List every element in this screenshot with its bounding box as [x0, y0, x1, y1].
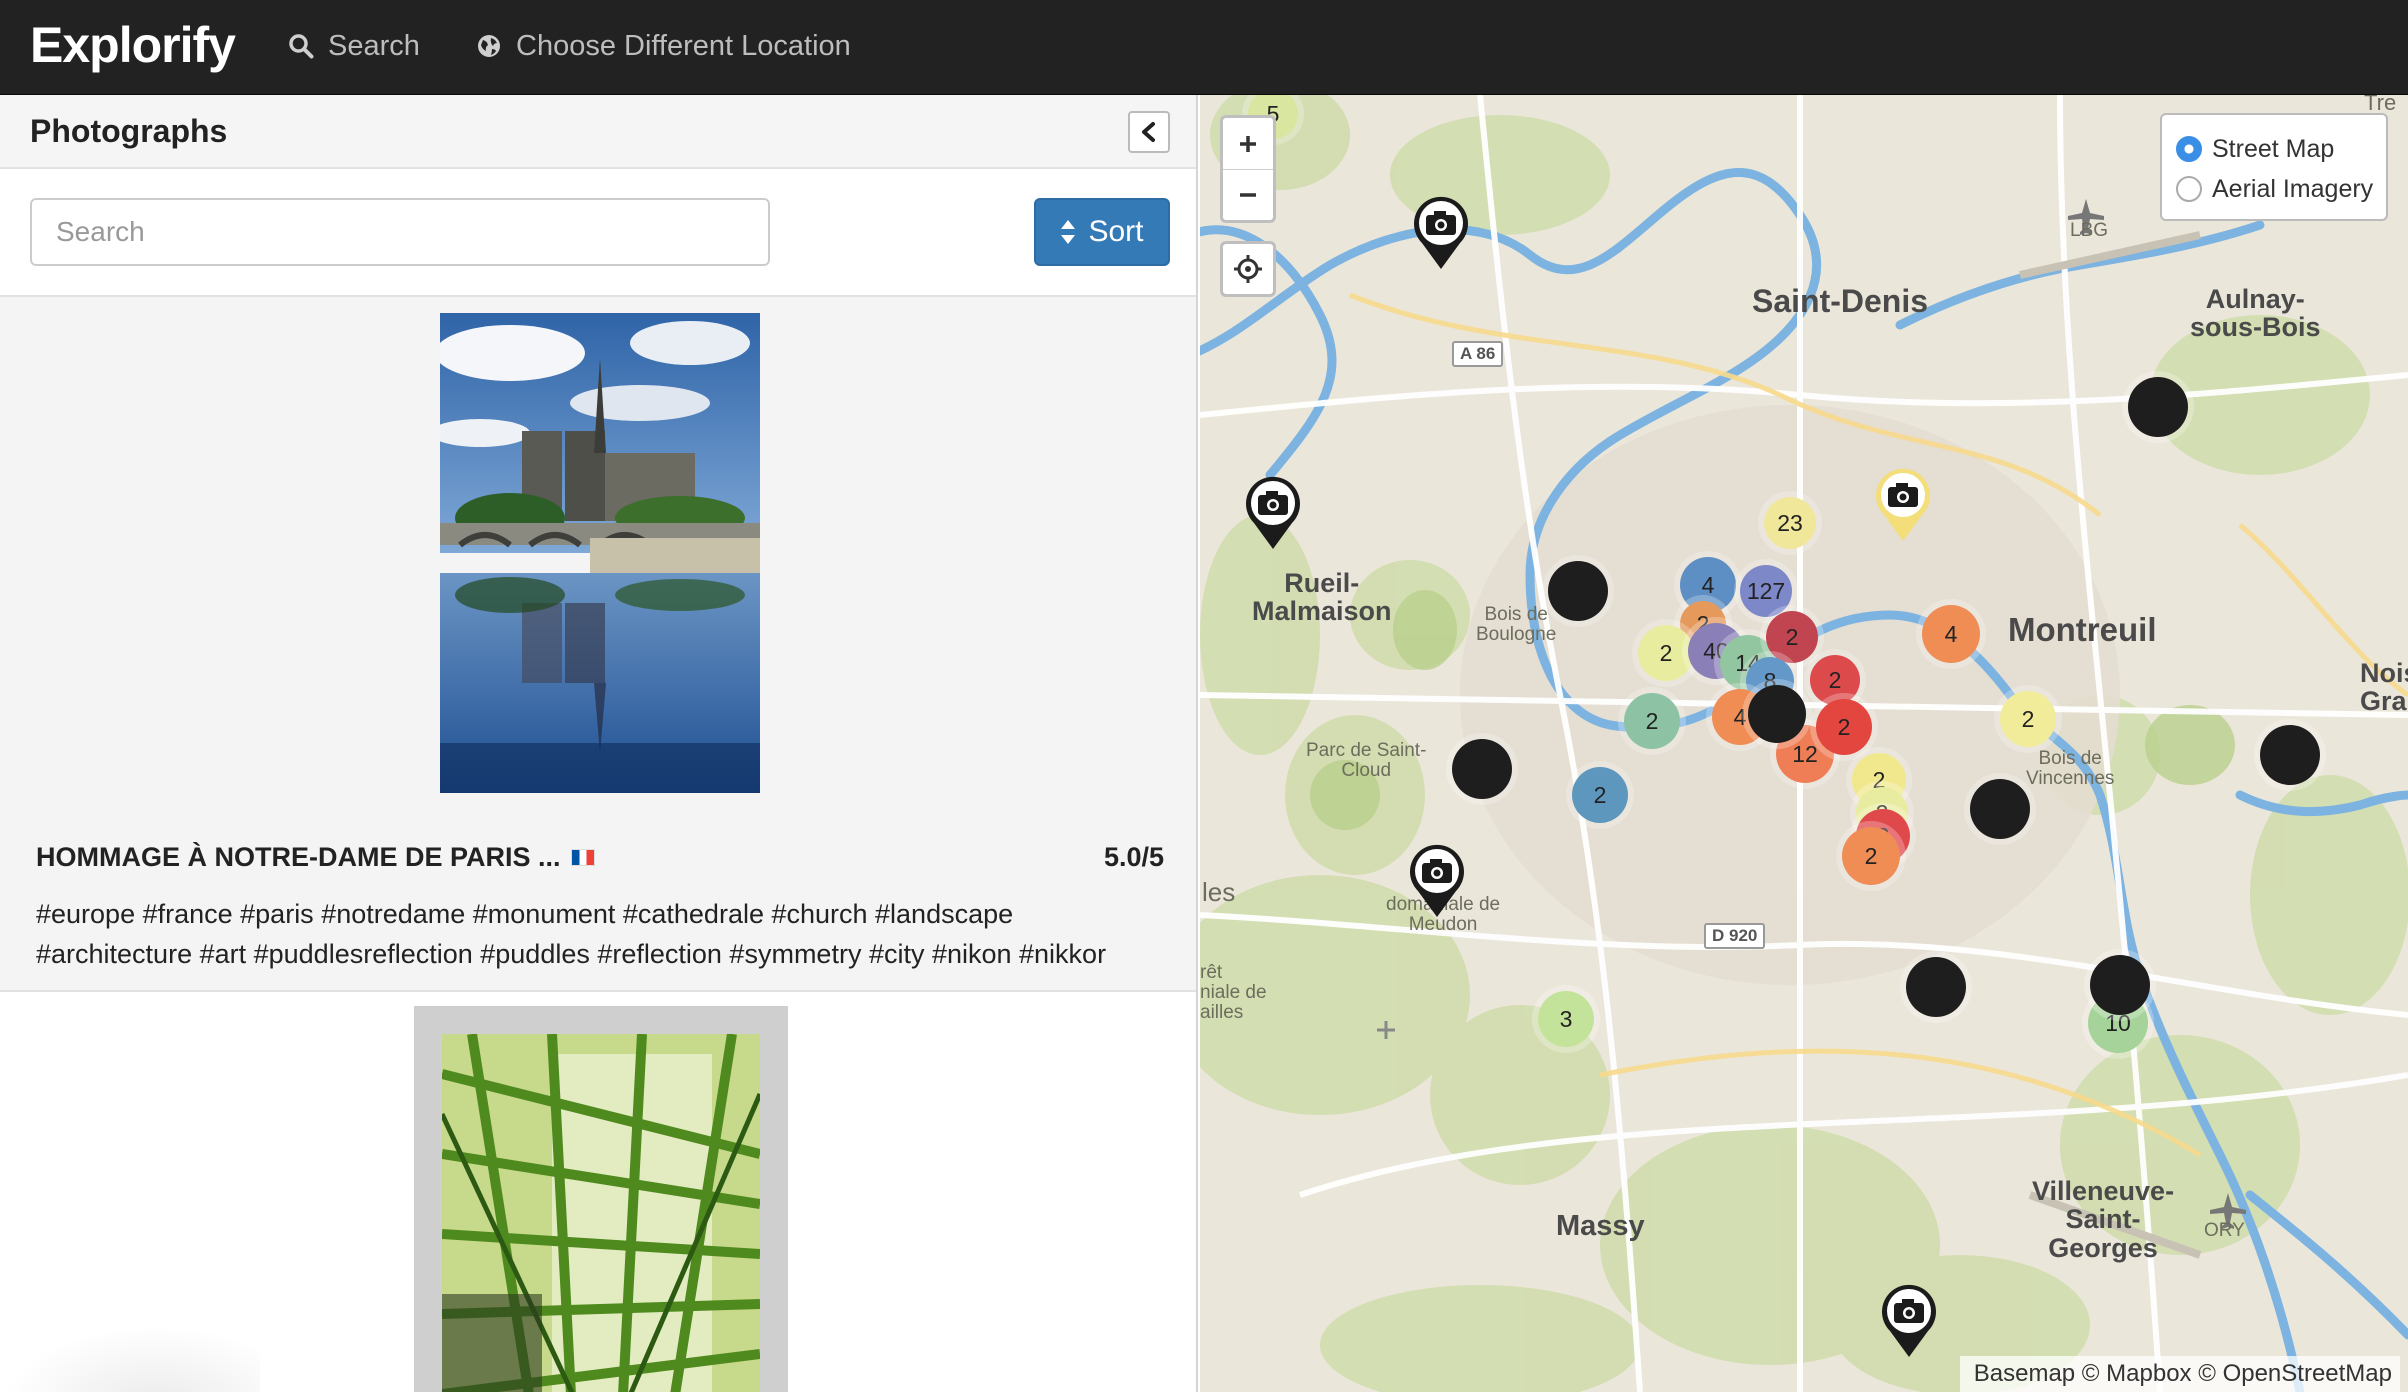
- nav-location-label: Choose Different Location: [516, 29, 851, 62]
- map-cluster[interactable]: 2: [1816, 699, 1872, 755]
- search-icon: [289, 34, 314, 59]
- map-photo-marker[interactable]: [2090, 955, 2150, 1015]
- sort-button-label: Sort: [1088, 215, 1144, 248]
- photo-card[interactable]: HOMMAGE À NOTRE-DAME DE PARIS ... 5.0/5 …: [0, 297, 1196, 992]
- zoom-in-button[interactable]: [1223, 118, 1273, 169]
- camera-pin-icon[interactable]: [1878, 1283, 1940, 1359]
- map-cluster[interactable]: 2: [1810, 655, 1860, 705]
- map-label-montreuil: Montreuil: [2008, 611, 2157, 648]
- locate-me-button[interactable]: [1220, 241, 1276, 297]
- photo-rating: 5.0/5: [1103, 842, 1164, 872]
- map-photo-marker[interactable]: [1970, 779, 2030, 839]
- photo-search-input[interactable]: [30, 198, 770, 266]
- zoom-out-button[interactable]: [1223, 169, 1273, 220]
- map-label-bois-boulogne: Bois de Boulogne: [1476, 604, 1557, 645]
- map-cluster[interactable]: 2: [1624, 693, 1680, 749]
- photo-thumbnail-notre-dame[interactable]: [440, 313, 760, 793]
- collapse-sidebar-button[interactable]: [1128, 111, 1170, 153]
- navbar: Explorify Search Choose Different Locati…: [0, 0, 2408, 95]
- minus-icon: [1240, 193, 1256, 197]
- map-cluster[interactable]: 2: [1572, 767, 1628, 823]
- map-label-parc-saint-cloud: Parc de Saint- Cloud: [1306, 740, 1427, 781]
- layer-option-street-map[interactable]: Street Map: [2176, 129, 2386, 169]
- map-label-les: les: [1202, 877, 1236, 907]
- photo-title[interactable]: HOMMAGE À NOTRE-DAME DE PARIS ...: [36, 842, 595, 873]
- camera-pin-icon[interactable]: [1410, 195, 1472, 271]
- map-label-ory: ORY: [2204, 1220, 2245, 1241]
- map-cluster[interactable]: 2: [1638, 625, 1694, 681]
- map-photo-marker[interactable]: [2128, 377, 2188, 437]
- layer-option-aerial-imagery[interactable]: Aerial Imagery: [2176, 169, 2386, 209]
- map-cluster[interactable]: 2: [2000, 691, 2056, 747]
- map-cluster[interactable]: 2: [1842, 827, 1900, 885]
- map-cluster[interactable]: 127: [1740, 565, 1792, 617]
- map-label-villeneuve: Villeneuve- Saint- Georges: [2032, 1176, 2175, 1263]
- chevron-left-icon: [1142, 122, 1155, 142]
- map-attribution: Basemap © Mapbox © OpenStreetMap: [1959, 1356, 2400, 1392]
- map-label-aulnay: Aulnay- sous-Bois: [2190, 284, 2321, 343]
- map-photo-marker[interactable]: [1452, 739, 1512, 799]
- map-label-noisy: Nois Gra: [2360, 658, 2408, 717]
- map-photo-marker[interactable]: [1548, 561, 1608, 621]
- photo-thumbnail-green-architecture[interactable]: [414, 1006, 788, 1392]
- nav-choose-location-link[interactable]: Choose Different Location: [476, 26, 851, 66]
- camera-pin-icon[interactable]: [1872, 467, 1934, 543]
- sidebar-toolbar: Sort: [0, 169, 1196, 297]
- camera-pin-icon[interactable]: [1406, 843, 1468, 919]
- radio-unselected-icon[interactable]: [2176, 176, 2202, 202]
- globe-icon: [478, 35, 500, 57]
- map-label-saint-denis: Saint-Denis: [1752, 283, 1929, 319]
- radio-selected-icon[interactable]: [2176, 136, 2202, 162]
- sidebar-header: Photographs: [0, 95, 1196, 169]
- map-label-rueil: Rueil- Malmaison: [1252, 568, 1392, 627]
- map-label-bois-vincennes: Bois de Vincennes: [2026, 748, 2115, 789]
- zoom-control: [1220, 115, 1276, 223]
- france-flag-icon: [570, 849, 595, 866]
- map-photo-marker[interactable]: [1906, 957, 1966, 1017]
- map-label-foret: rêt niale de ailles: [1200, 962, 1267, 1023]
- road-shield-a86: A 86: [1452, 341, 1504, 367]
- scroll-shadow: [0, 1325, 260, 1392]
- sort-icon: [1061, 220, 1076, 244]
- map-cluster[interactable]: 4: [1922, 605, 1980, 663]
- brand-logo[interactable]: Explorify: [30, 16, 236, 74]
- map-photo-marker[interactable]: [1748, 685, 1806, 743]
- map-cluster[interactable]: 3: [1538, 991, 1594, 1047]
- map-cluster[interactable]: 23: [1764, 497, 1816, 549]
- sidebar-title: Photographs: [30, 113, 228, 149]
- map-label-lbg: LBG: [2070, 220, 2109, 241]
- nav-search-label: Search: [328, 29, 420, 62]
- crosshair-icon: [1234, 255, 1262, 283]
- layer-switcher: Street Map Aerial Imagery: [2160, 113, 2388, 221]
- nav-search-link[interactable]: Search: [288, 26, 420, 66]
- sort-button[interactable]: Sort: [1034, 198, 1170, 266]
- photo-sidebar: Photographs Sort: [0, 95, 1198, 1392]
- map-photo-marker[interactable]: [2260, 725, 2320, 785]
- map-cluster[interactable]: 2: [1766, 611, 1818, 663]
- camera-pin-icon[interactable]: [1242, 475, 1304, 551]
- photo-tags: #europe #france #paris #notredame #monum…: [36, 899, 1107, 969]
- map-label-tre: Tre: [2364, 95, 2397, 115]
- plus-icon: [1240, 135, 1256, 152]
- map-view[interactable]: Saint-Denis Aulnay- sous-Bois Rueil- Mal…: [1200, 95, 2408, 1392]
- road-shield-d920: D 920: [1704, 923, 1766, 949]
- map-label-massy: Massy: [1556, 1210, 1645, 1242]
